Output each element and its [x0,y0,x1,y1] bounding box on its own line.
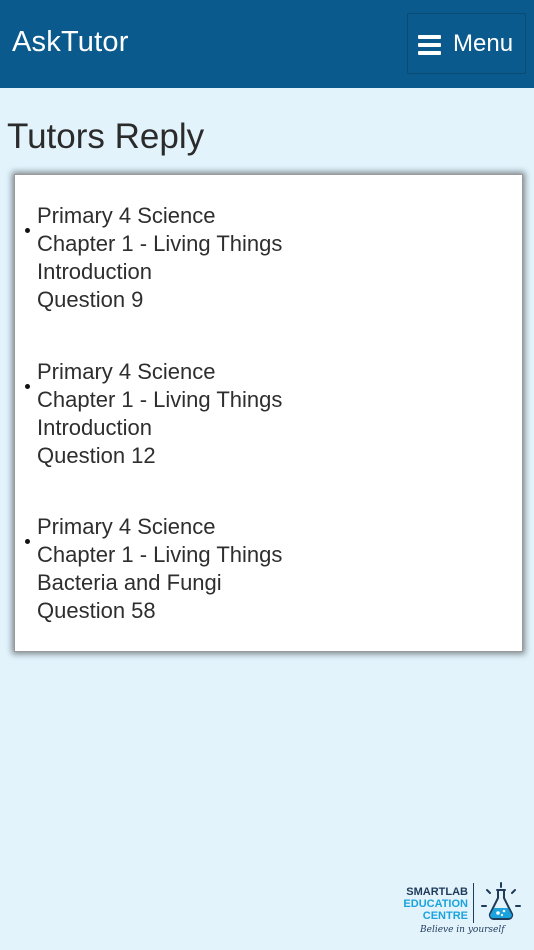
reply-chapter: Chapter 1 - Living Things [37,387,283,412]
menu-button[interactable]: Menu [407,13,526,74]
replies-card: Primary 4 Science Chapter 1 - Living Thi… [14,174,523,652]
reply-topic: Introduction [37,415,152,440]
hamburger-icon [418,35,441,55]
logo-divider [473,883,474,923]
reply-chapter: Chapter 1 - Living Things [37,231,283,256]
page-title: Tutors Reply [7,117,205,156]
reply-chapter: Chapter 1 - Living Things [37,542,283,567]
logo-line2: EDUCATION [403,898,468,910]
bullet-icon [25,228,30,233]
flask-icon [481,882,521,920]
app-title[interactable]: AskTutor [12,26,129,59]
logo-line3: CENTRE [422,910,468,922]
smartlab-logo: SMARTLAB EDUCATION CENTRE Believe in you… [394,880,524,940]
reply-topic: Introduction [37,259,152,284]
logo-line1: SMARTLAB [406,886,468,898]
reply-subject: Primary 4 Science [37,203,216,228]
bullet-icon [25,539,30,544]
reply-question: Question 12 [37,443,156,468]
logo-tagline: Believe in yourself [420,925,505,935]
reply-subject: Primary 4 Science [37,359,216,384]
top-navbar: AskTutor Menu [0,0,534,88]
reply-question: Question 9 [37,287,144,312]
reply-item[interactable]: Primary 4 Science Chapter 1 - Living Thi… [15,331,520,468]
reply-item[interactable]: Primary 4 Science Chapter 1 - Living Thi… [15,175,520,312]
logo-wordmark: SMARTLAB EDUCATION CENTRE [394,886,468,922]
reply-subject: Primary 4 Science [37,514,216,539]
reply-question: Question 58 [37,598,156,623]
bullet-icon [25,384,30,389]
reply-topic: Bacteria and Fungi [37,570,222,595]
menu-label: Menu [453,30,514,57]
reply-item[interactable]: Primary 4 Science Chapter 1 - Living Thi… [15,486,520,623]
